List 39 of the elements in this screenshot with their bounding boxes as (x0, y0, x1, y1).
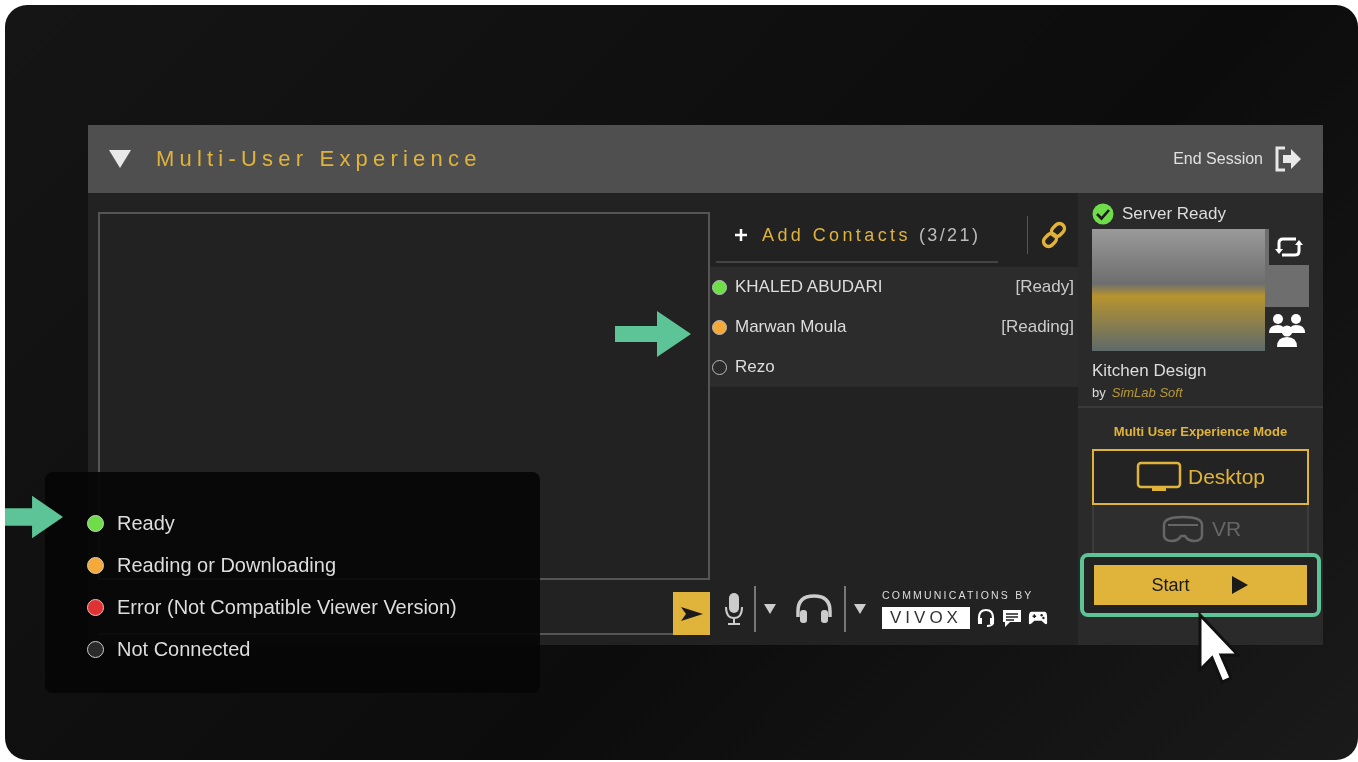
link-icon[interactable] (1040, 221, 1068, 249)
send-icon (679, 605, 704, 622)
check-icon (1092, 203, 1114, 225)
communications-caption: COMMUNICATIONS BY (882, 589, 1035, 601)
panel-title: Multi-User Experience (156, 146, 482, 172)
plus-icon (734, 228, 748, 242)
arrow-icon (5, 495, 63, 539)
collapse-triangle-icon[interactable] (108, 149, 132, 169)
author-link[interactable]: SimLab Soft (1111, 385, 1183, 400)
contact-status: [Reading] (1001, 317, 1074, 337)
brand-logo: VIVOX (882, 607, 970, 629)
by-label: by (1092, 385, 1106, 400)
contact-name[interactable]: Marwan Moula (735, 317, 847, 337)
start-button[interactable]: Start (1092, 563, 1309, 607)
caret-icon[interactable] (854, 604, 866, 614)
chat-icon[interactable] (1001, 608, 1022, 628)
headset-icon[interactable] (975, 608, 996, 628)
end-session-button[interactable]: End Session (1173, 150, 1263, 168)
mode-title: Multi User Experience Mode (1112, 424, 1289, 439)
microphone-icon[interactable] (724, 592, 744, 626)
legend-label: Not Connected (117, 637, 251, 661)
contact-status: [Ready] (1015, 277, 1074, 297)
desktop-mode-button[interactable]: Desktop (1092, 449, 1309, 505)
legend-label: Reading or Downloading (117, 553, 337, 577)
server-status: Server Ready (1122, 204, 1226, 224)
legend-label: Error (Not Compatible Viewer Version) (117, 595, 457, 619)
contacts-count: (3/21) (918, 224, 981, 246)
monitor-icon (1135, 461, 1182, 493)
exit-icon[interactable] (1273, 145, 1303, 173)
arrow-icon (615, 311, 691, 357)
add-contacts-button[interactable]: Add Contacts (716, 224, 911, 246)
headphones-icon[interactable] (794, 593, 834, 625)
send-button[interactable] (673, 592, 710, 635)
project-name: Kitchen Design (1092, 361, 1208, 381)
play-icon (1229, 575, 1250, 595)
caret-icon[interactable] (764, 604, 776, 614)
contact-name[interactable]: Rezo (735, 357, 775, 377)
legend-label: Ready (117, 511, 175, 535)
contact-name[interactable]: KHALED ABUDARI (735, 277, 883, 297)
